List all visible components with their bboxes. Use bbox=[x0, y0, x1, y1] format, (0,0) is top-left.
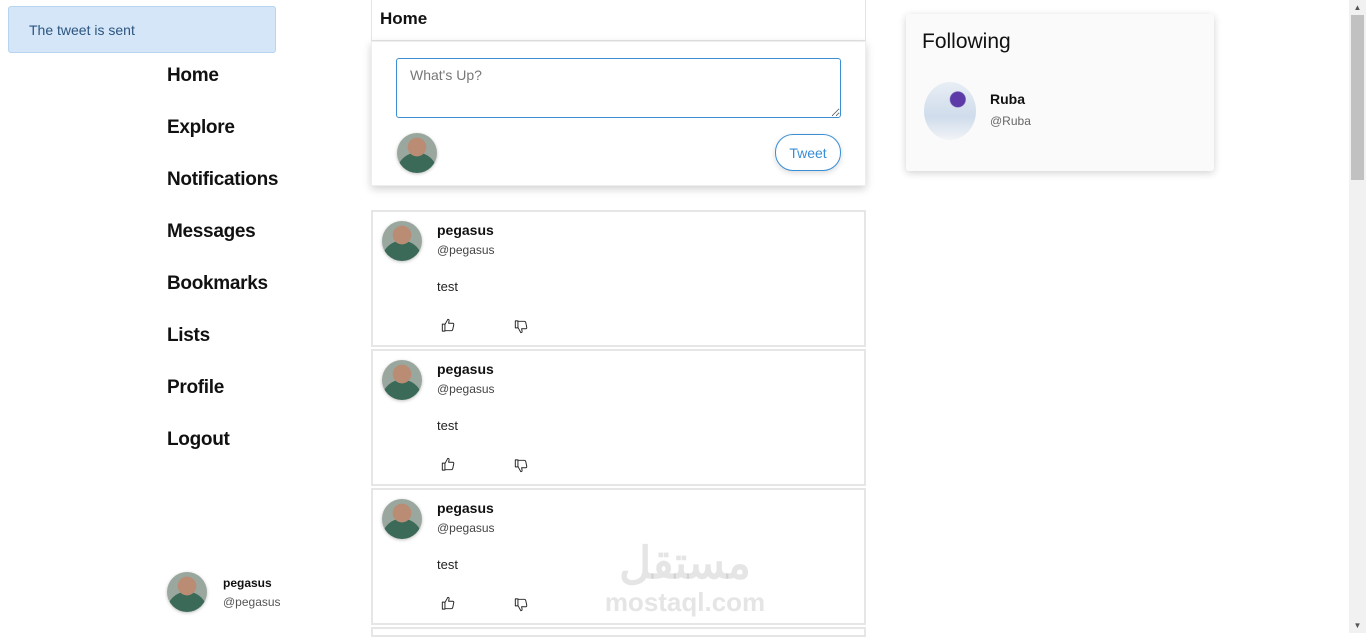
nav-item-home[interactable]: Home bbox=[167, 62, 278, 114]
tweet-card: pegasus @pegasus test bbox=[371, 210, 866, 347]
thumbs-up-icon[interactable] bbox=[441, 318, 455, 332]
nav-item-messages[interactable]: Messages bbox=[167, 218, 278, 270]
sidebar-nav: Home Explore Notifications Messages Book… bbox=[167, 62, 278, 478]
thumbs-down-icon[interactable] bbox=[514, 320, 528, 334]
scroll-down-arrow-icon[interactable]: ▼ bbox=[1349, 618, 1366, 633]
nav-item-notifications[interactable]: Notifications bbox=[167, 166, 278, 218]
thumbs-down-icon[interactable] bbox=[514, 598, 528, 612]
avatar[interactable] bbox=[924, 82, 976, 140]
tweet-author-handle: @pegasus bbox=[437, 382, 495, 396]
nav-item-lists[interactable]: Lists bbox=[167, 322, 278, 374]
avatar[interactable] bbox=[382, 221, 422, 261]
following-panel: Following Ruba @Ruba bbox=[906, 14, 1214, 171]
avatar[interactable] bbox=[382, 499, 422, 539]
tweet-button[interactable]: Tweet bbox=[775, 134, 841, 171]
tweet-card: pegasus @pegasus test bbox=[371, 349, 866, 486]
avatar bbox=[167, 572, 207, 612]
tweet-card-partial bbox=[371, 627, 866, 637]
current-user-handle: @pegasus bbox=[223, 595, 281, 609]
page-scrollbar[interactable]: ▲ ▼ bbox=[1349, 0, 1366, 633]
thumbs-down-icon[interactable] bbox=[514, 459, 528, 473]
scrollbar-thumb[interactable] bbox=[1351, 15, 1364, 180]
tweet-author-name[interactable]: pegasus bbox=[437, 222, 494, 238]
avatar bbox=[397, 133, 437, 173]
avatar[interactable] bbox=[382, 360, 422, 400]
tweet-author-name[interactable]: pegasus bbox=[437, 361, 494, 377]
tweet-author-name[interactable]: pegasus bbox=[437, 500, 494, 516]
thumbs-up-icon[interactable] bbox=[441, 596, 455, 610]
tweet-author-handle: @pegasus bbox=[437, 521, 495, 535]
nav-item-bookmarks[interactable]: Bookmarks bbox=[167, 270, 278, 322]
tweet-author-handle: @pegasus bbox=[437, 243, 495, 257]
tweet-text: test bbox=[437, 279, 458, 294]
following-title: Following bbox=[922, 30, 1011, 53]
thumbs-up-icon[interactable] bbox=[441, 457, 455, 471]
current-user-name: pegasus bbox=[223, 576, 272, 590]
following-user-handle: @Ruba bbox=[990, 114, 1031, 128]
tweet-card: pegasus @pegasus test bbox=[371, 488, 866, 625]
alert-text: The tweet is sent bbox=[29, 22, 135, 38]
page-header: Home bbox=[371, 0, 866, 41]
nav-item-logout[interactable]: Logout bbox=[167, 426, 278, 478]
success-alert: The tweet is sent bbox=[8, 6, 276, 53]
following-user-name[interactable]: Ruba bbox=[990, 91, 1025, 107]
tweet-feed: pegasus @pegasus test pegasus @pegasus t… bbox=[371, 210, 866, 639]
tweet-composer: Tweet bbox=[371, 41, 866, 186]
tweet-text: test bbox=[437, 557, 458, 572]
nav-item-explore[interactable]: Explore bbox=[167, 114, 278, 166]
tweet-input[interactable] bbox=[396, 58, 841, 118]
current-user-card[interactable]: pegasus @pegasus bbox=[167, 572, 307, 616]
nav-item-profile[interactable]: Profile bbox=[167, 374, 278, 426]
page-title: Home bbox=[380, 9, 428, 28]
tweet-text: test bbox=[437, 418, 458, 433]
scroll-up-arrow-icon[interactable]: ▲ bbox=[1349, 0, 1366, 15]
